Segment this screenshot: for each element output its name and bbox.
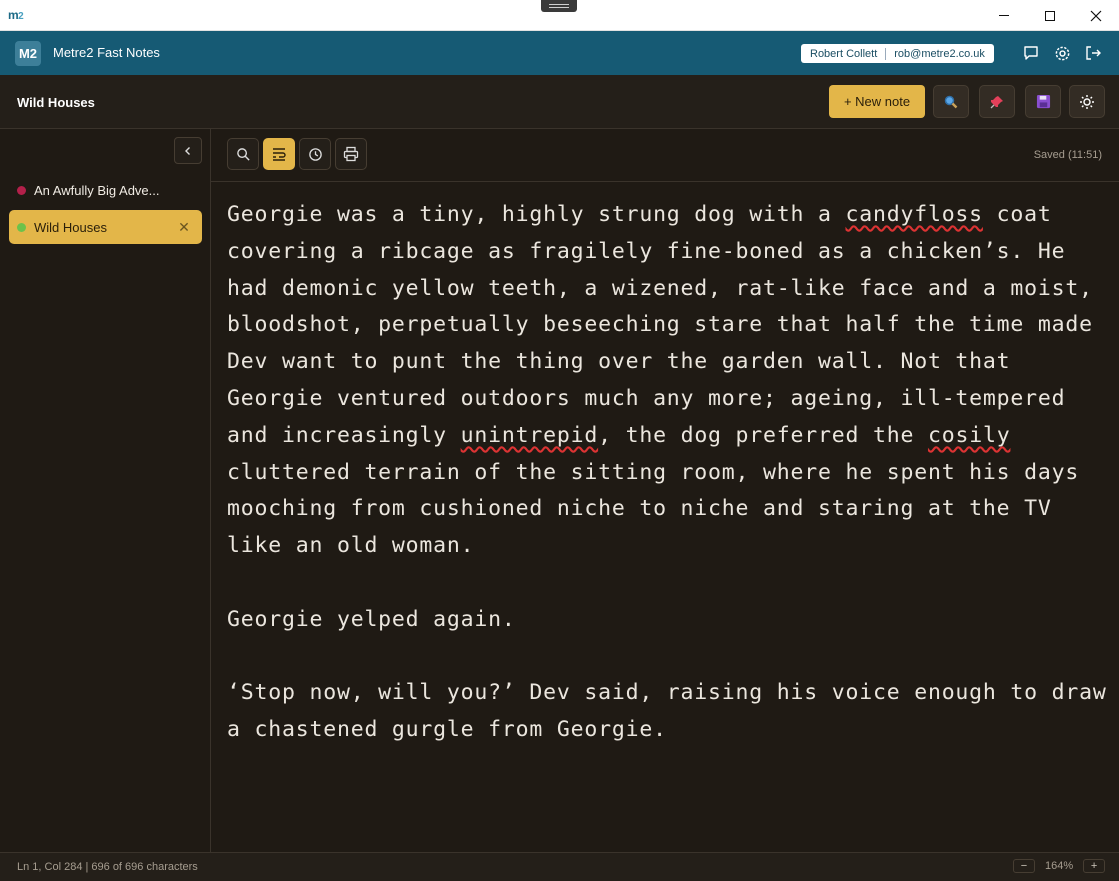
app-title: Metre2 Fast Notes xyxy=(53,45,160,60)
maximize-icon xyxy=(1045,10,1055,21)
gear-icon xyxy=(1055,46,1069,60)
note-text-area[interactable]: Georgie was a tiny, highly strung dog wi… xyxy=(227,197,1107,786)
close-note-icon[interactable]: ✕ xyxy=(174,219,194,236)
sidebar-item-label: An Awfully Big Adve... xyxy=(34,182,160,198)
app-header: M2 Metre2 Fast Notes Robert Collett rob@… xyxy=(0,31,1119,75)
magnifier-icon xyxy=(944,95,958,108)
app-logo-icon: m2 xyxy=(8,8,24,22)
paragraph: ‘Stop now, will you?’ Dev said, raising … xyxy=(227,680,1119,743)
word-wrap-toggle[interactable] xyxy=(263,138,295,170)
feedback-button[interactable] xyxy=(1022,44,1040,62)
save-button[interactable] xyxy=(1025,85,1061,118)
paragraph: Georgie was a tiny, highly strung dog wi… xyxy=(227,202,1107,559)
sidebar-item-wild-houses[interactable]: Wild Houses ✕ xyxy=(9,210,202,244)
find-button[interactable] xyxy=(933,85,969,118)
note-color-dot xyxy=(17,222,26,232)
editor-pane: Saved (11:51) Georgie was a tiny, highly… xyxy=(211,129,1119,852)
chat-icon xyxy=(1024,46,1038,60)
collapse-sidebar-button[interactable] xyxy=(174,137,202,164)
notes-sidebar: An Awfully Big Adve... Wild Houses ✕ xyxy=(0,129,211,852)
note-color-dot xyxy=(17,185,26,195)
close-icon xyxy=(1090,10,1102,21)
snap-grip-handle[interactable] xyxy=(541,0,577,12)
zoom-out-button[interactable]: − xyxy=(1013,859,1035,873)
print-button[interactable] xyxy=(335,138,367,170)
sign-out-button[interactable] xyxy=(1084,44,1102,62)
sidebar-item-an-awfully-big-adventure[interactable]: An Awfully Big Adve... xyxy=(9,173,202,207)
chevron-left-icon xyxy=(185,146,190,155)
pin-button[interactable] xyxy=(979,85,1015,118)
user-chip[interactable]: Robert Collett rob@metre2.co.uk xyxy=(801,44,994,63)
spelling-error: cosily xyxy=(927,422,1011,448)
window-titlebar: m2 xyxy=(0,0,1119,31)
wrap-text-icon xyxy=(273,148,286,161)
zoom-level: 164% xyxy=(1045,860,1074,872)
history-button[interactable] xyxy=(299,138,331,170)
sign-out-icon xyxy=(1086,46,1101,60)
user-email: rob@metre2.co.uk xyxy=(894,47,985,60)
search-icon xyxy=(236,147,250,161)
minimize-icon xyxy=(999,15,1009,16)
settings-button[interactable] xyxy=(1053,44,1071,62)
paragraph: Georgie yelped again. xyxy=(227,606,516,632)
theme-toggle-button[interactable] xyxy=(1069,85,1105,118)
new-note-button[interactable]: + New note xyxy=(829,85,925,118)
close-window-button[interactable] xyxy=(1073,0,1119,31)
spelling-error: candyfloss xyxy=(845,202,983,227)
floppy-disk-icon xyxy=(1036,94,1050,109)
editor-toolbar: Saved (11:51) xyxy=(211,129,1119,182)
pushpin-icon xyxy=(990,95,1003,108)
status-bar: Ln 1, Col 284 | 696 of 696 characters − … xyxy=(0,852,1119,881)
divider xyxy=(885,47,887,60)
cursor-position: Ln 1, Col 284 | 696 of 696 characters xyxy=(17,861,198,873)
editor-search-button[interactable] xyxy=(227,138,259,170)
sun-icon xyxy=(1080,94,1094,109)
note-title: Wild Houses xyxy=(17,95,95,110)
clock-icon xyxy=(308,147,322,161)
printer-icon xyxy=(343,146,359,162)
zoom-in-button[interactable]: + xyxy=(1083,859,1106,873)
sidebar-item-label: Wild Houses xyxy=(34,219,107,235)
user-name: Robert Collett xyxy=(810,47,878,60)
app-badge: M2 xyxy=(15,41,41,66)
saved-status: Saved (11:51) xyxy=(1033,149,1102,161)
zoom-controls: − 164% + xyxy=(1013,859,1106,873)
note-toolbar: Wild Houses + New note xyxy=(0,75,1119,129)
minimize-button[interactable] xyxy=(981,0,1027,31)
maximize-button[interactable] xyxy=(1027,0,1073,31)
spelling-error: unintrepid xyxy=(460,422,599,448)
